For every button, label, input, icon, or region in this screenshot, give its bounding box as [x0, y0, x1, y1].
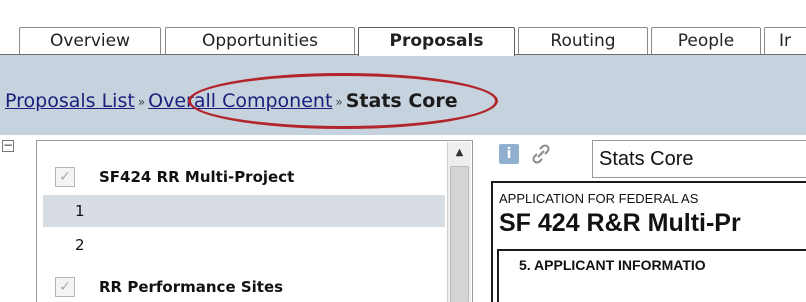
- breadcrumb-overall-component[interactable]: Overall Component: [148, 90, 332, 112]
- tab-opportunities[interactable]: Opportunities: [165, 27, 355, 55]
- tree-group-row[interactable]: ✓ RR Performance Sites: [43, 271, 445, 302]
- component-title-field[interactable]: Stats Core: [592, 140, 806, 178]
- tree-item-row[interactable]: 1: [43, 195, 445, 227]
- form-preview: APPLICATION FOR FEDERAL AS SF 424 R&R Mu…: [491, 181, 806, 302]
- tab-bar: Overview Opportunities Proposals Routing…: [0, 0, 806, 56]
- link-icon[interactable]: [529, 142, 553, 166]
- info-icon[interactable]: i: [499, 144, 519, 164]
- tab-routing[interactable]: Routing: [518, 27, 648, 55]
- tab-truncated[interactable]: Ir: [764, 27, 806, 55]
- checkbox-icon[interactable]: ✓: [55, 277, 75, 297]
- tree-group-label: RR Performance Sites: [99, 278, 284, 296]
- tree-group-label: SF424 RR Multi-Project: [99, 168, 295, 186]
- form-section-label: 5. APPLICANT INFORMATIO: [519, 257, 706, 273]
- breadcrumb: Proposals List» Overall Component» Stats C…: [5, 88, 458, 114]
- breadcrumb-separator: »: [335, 95, 343, 109]
- tree-group-row[interactable]: ✓ SF424 RR Multi-Project: [43, 161, 445, 193]
- checkbox-icon[interactable]: ✓: [55, 167, 75, 187]
- tree-scrollbar[interactable]: ▲: [447, 142, 471, 302]
- collapse-icon[interactable]: −: [2, 139, 14, 152]
- tree-item-row[interactable]: 2: [43, 229, 445, 261]
- tab-overview[interactable]: Overview: [19, 27, 161, 55]
- breadcrumb-proposals-list[interactable]: Proposals List: [5, 90, 135, 112]
- form-section: 5. APPLICANT INFORMATIO: [497, 249, 806, 302]
- breadcrumb-current: Stats Core: [345, 90, 458, 112]
- form-title: SF 424 R&R Multi-Pr: [499, 209, 741, 237]
- tab-proposals[interactable]: Proposals: [358, 27, 515, 56]
- form-header-label: APPLICATION FOR FEDERAL AS: [499, 191, 699, 206]
- link-icon-glyph: [532, 144, 550, 164]
- breadcrumb-separator: »: [137, 95, 146, 109]
- tree-item-label: 1: [75, 202, 85, 220]
- scroll-up-arrow-icon[interactable]: ▲: [448, 142, 471, 164]
- scroll-thumb[interactable]: [450, 166, 469, 302]
- tab-people[interactable]: People: [651, 27, 761, 55]
- tree-item-label: 2: [75, 236, 85, 254]
- form-tree-panel: ✓ SF424 RR Multi-Project 1 2 ✓ RR Perfor…: [36, 140, 473, 302]
